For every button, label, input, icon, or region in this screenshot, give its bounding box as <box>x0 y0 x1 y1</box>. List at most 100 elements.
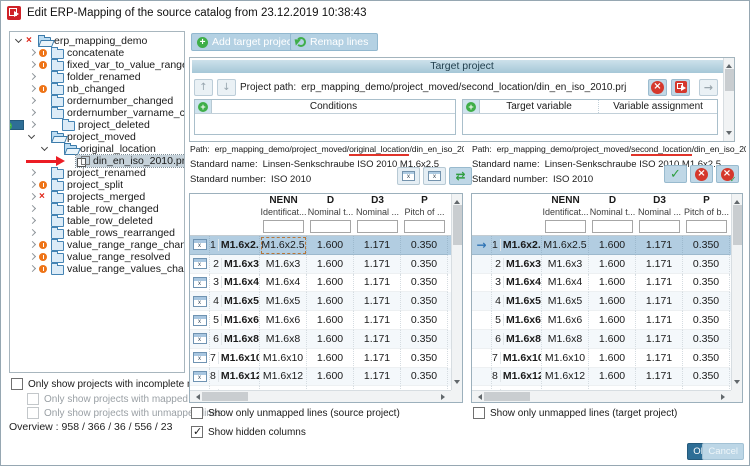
horizontal-scrollbar[interactable] <box>190 390 451 402</box>
cell-p[interactable]: 0.350 <box>683 255 730 274</box>
expander-icon[interactable] <box>27 264 37 274</box>
column-header[interactable]: D3 <box>636 194 683 206</box>
tree-item[interactable]: table_rows_rearranged <box>10 227 184 239</box>
cell-nenn[interactable]: M1.6x8 <box>542 330 589 349</box>
cell-p[interactable]: 0.350 <box>401 368 448 387</box>
delete-target-button[interactable]: × <box>648 79 667 96</box>
tree-item[interactable]: value_range_range_changed <box>10 239 184 251</box>
cell-nenn[interactable]: M1.6x6 <box>260 311 307 330</box>
cell-d[interactable]: 1.600 <box>307 349 354 368</box>
column-header[interactable]: D <box>589 194 636 206</box>
add-condition-button[interactable]: + <box>195 100 212 113</box>
cell-d3[interactable]: 1.171 <box>354 255 401 274</box>
reject-accept-button[interactable]: ×✓ <box>716 165 739 183</box>
cell-nenn[interactable]: M1.6x10 <box>260 349 307 368</box>
tree-item[interactable]: table_row_deleted <box>10 215 184 227</box>
add-target-project-button[interactable]: + Add target project <box>191 33 305 51</box>
cell-nenn[interactable]: M1.6x12 <box>542 368 589 387</box>
column-header[interactable]: D3 <box>354 194 401 206</box>
cell-d[interactable]: 1.600 <box>307 368 354 387</box>
column-filter-input[interactable] <box>545 220 586 233</box>
table-row[interactable]: → 5M1.6x6 M1.6x6 1.600 1.171 0.350 <box>472 311 731 330</box>
cell-nenn[interactable]: M1.6x8 <box>260 330 307 349</box>
cell-p[interactable]: 0.350 <box>683 330 730 349</box>
cell-p[interactable]: 0.350 <box>683 349 730 368</box>
column-header[interactable]: D <box>307 194 354 206</box>
cell-nenn[interactable]: M1.6x12 <box>260 368 307 387</box>
column-filter-input[interactable] <box>263 220 304 233</box>
checkbox[interactable] <box>473 407 485 419</box>
accept-mapping-button[interactable]: ✓ <box>664 165 687 183</box>
cell-p[interactable]: 0.350 <box>683 292 730 311</box>
expander-icon[interactable] <box>27 108 37 118</box>
open-target-button[interactable] <box>671 79 690 96</box>
table-row[interactable]: x 3M1.6x4 M1.6x4 1.600 1.171 0.350 <box>190 274 451 293</box>
add-variable-button[interactable]: + <box>463 100 480 113</box>
cell-nenn[interactable]: M1.6x2.5 <box>260 236 307 255</box>
column-filter-input[interactable] <box>404 220 445 233</box>
expander-icon[interactable] <box>27 60 37 70</box>
expander-icon[interactable] <box>40 144 50 154</box>
cell-d[interactable]: 1.600 <box>307 274 354 293</box>
cell-p[interactable]: 0.350 <box>401 311 448 330</box>
table-row[interactable]: x 6M1.6x8 M1.6x8 1.600 1.171 0.350 <box>190 330 451 349</box>
cell-d3[interactable]: 1.171 <box>636 274 683 293</box>
goto-target-button[interactable]: → <box>699 79 718 96</box>
tree-item[interactable]: ordernumber_changed <box>10 95 184 107</box>
table-row[interactable]: x 1M1.6x2.5 M1.6x2.5 1.600 1.171 0.350 <box>190 236 451 255</box>
target-project-scrollbar[interactable] <box>723 58 734 141</box>
reject-mapping-button[interactable]: × <box>690 165 713 183</box>
cell-d3[interactable]: 1.171 <box>636 255 683 274</box>
cell-d3[interactable]: 1.171 <box>636 236 683 255</box>
table-row[interactable]: x 4M1.6x5 M1.6x5 1.600 1.171 0.350 <box>190 292 451 311</box>
cell-d[interactable]: 1.600 <box>589 330 636 349</box>
move-down-button[interactable]: ↓ <box>217 79 236 96</box>
conditions-list[interactable] <box>195 114 455 134</box>
cell-nenn[interactable]: M1.6x5 <box>542 292 589 311</box>
cell-nenn[interactable]: M1.6x3 <box>260 255 307 274</box>
tree-item[interactable]: project_renamed <box>10 167 184 179</box>
cell-d[interactable]: 1.600 <box>307 255 354 274</box>
cell-p[interactable]: 0.350 <box>401 274 448 293</box>
cell-d3[interactable]: 1.171 <box>354 292 401 311</box>
table-row[interactable]: → 2M1.6x3 M1.6x3 1.600 1.171 0.350 <box>472 255 731 274</box>
column-header[interactable]: P <box>401 194 448 206</box>
table-row[interactable]: x 5M1.6x6 M1.6x6 1.600 1.171 0.350 <box>190 311 451 330</box>
cell-nenn[interactable]: M1.6x4 <box>260 274 307 293</box>
scrollbar-thumb[interactable] <box>725 69 734 91</box>
tree-item[interactable]: project_moved <box>10 131 184 143</box>
column-filter-input[interactable] <box>686 220 727 233</box>
table-row[interactable]: → 3M1.6x4 M1.6x4 1.600 1.171 0.350 <box>472 274 731 293</box>
tree-item[interactable]: folder_renamed <box>10 71 184 83</box>
column-filter-input[interactable] <box>357 220 398 233</box>
cell-d3[interactable]: 1.171 <box>636 311 683 330</box>
cell-d[interactable]: 1.600 <box>589 274 636 293</box>
cell-d[interactable]: 1.600 <box>589 368 636 387</box>
table-row[interactable]: → 8M1.6x12 M1.6x12 1.600 1.171 0.350 <box>472 368 731 387</box>
cell-d[interactable]: 1.600 <box>589 255 636 274</box>
move-up-button[interactable]: ↑ <box>194 79 213 96</box>
expander-icon[interactable] <box>27 228 37 238</box>
tree-item[interactable]: erp_mapping_demo <box>10 35 184 47</box>
expander-icon[interactable] <box>27 72 37 82</box>
table-row[interactable]: x 8M1.6x12 M1.6x12 1.600 1.171 0.350 <box>190 368 451 387</box>
cell-p[interactable]: 0.350 <box>401 349 448 368</box>
cell-d3[interactable]: 1.171 <box>636 349 683 368</box>
cell-d[interactable]: 1.600 <box>307 311 354 330</box>
table-row[interactable]: → 6M1.6x8 M1.6x8 1.600 1.171 0.350 <box>472 330 731 349</box>
table-row[interactable]: x 7M1.6x10 M1.6x10 1.600 1.171 0.350 <box>190 349 451 368</box>
table-row[interactable]: → 7M1.6x10 M1.6x10 1.600 1.171 0.350 <box>472 349 731 368</box>
expander-icon[interactable] <box>27 168 37 178</box>
vertical-scrollbar[interactable] <box>451 194 462 390</box>
cell-d3[interactable]: 1.171 <box>354 236 401 255</box>
cell-nenn[interactable]: M1.6x2.5 <box>542 236 589 255</box>
cell-d3[interactable]: 1.171 <box>354 311 401 330</box>
cell-nenn[interactable]: M1.6x10 <box>542 349 589 368</box>
cell-d3[interactable]: 1.171 <box>636 330 683 349</box>
cell-d[interactable]: 1.600 <box>589 292 636 311</box>
cell-p[interactable]: 0.350 <box>683 236 730 255</box>
cell-d3[interactable]: 1.171 <box>354 274 401 293</box>
column-filter-input[interactable] <box>639 220 680 233</box>
expander-icon[interactable] <box>27 252 37 262</box>
column-header[interactable]: NENN <box>542 194 589 206</box>
